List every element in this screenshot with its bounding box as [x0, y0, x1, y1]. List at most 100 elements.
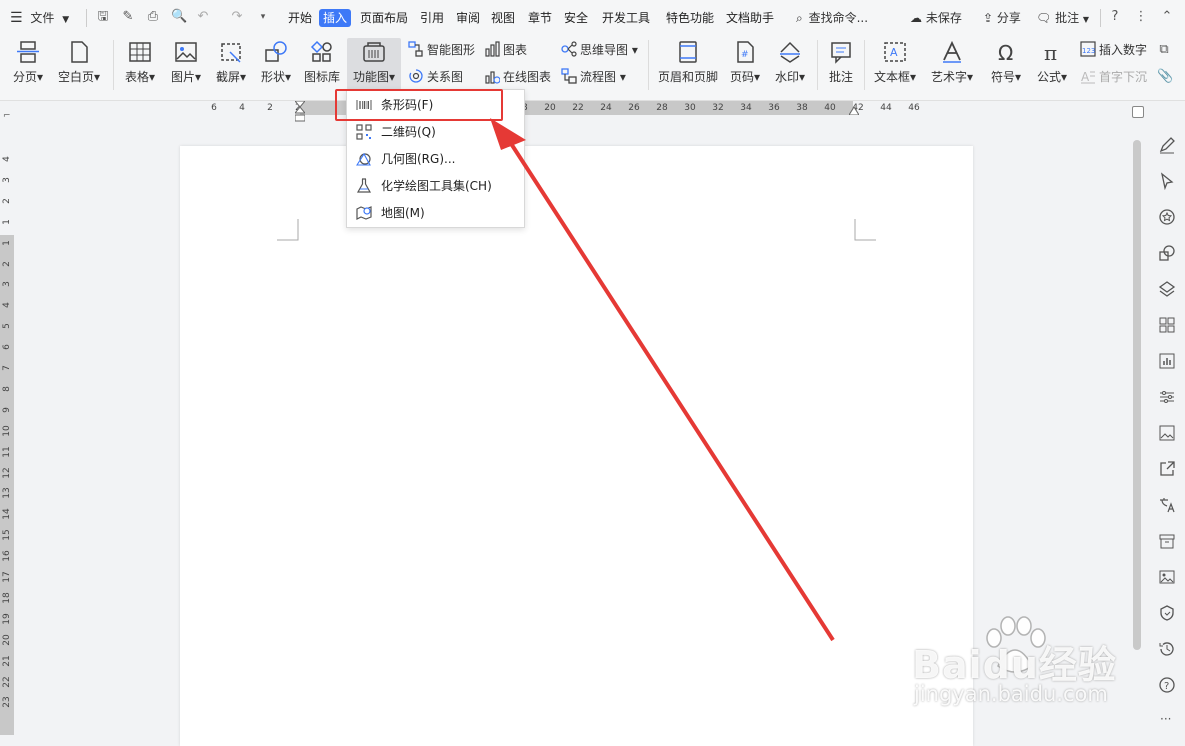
picture-icon[interactable] — [1158, 568, 1176, 586]
scrollbar-thumb[interactable] — [1133, 140, 1141, 650]
tab-review[interactable]: 审阅 — [456, 9, 480, 27]
tab-references[interactable]: 引用 — [420, 9, 444, 27]
tab-developer[interactable]: 开发工具 — [602, 9, 650, 27]
smart-art-button[interactable]: 智能图形 — [408, 40, 475, 60]
svg-text:A: A — [1081, 70, 1090, 84]
scroll-up-icon[interactable] — [1132, 106, 1144, 118]
bar-chart-icon[interactable] — [1158, 352, 1176, 370]
print-icon[interactable]: ⎙ — [146, 10, 160, 24]
relation-chart-button[interactable]: 关系图 — [408, 67, 463, 87]
archive-icon[interactable] — [1158, 532, 1176, 550]
ruler-tick: 4 — [2, 302, 12, 309]
export-icon[interactable] — [1158, 460, 1176, 478]
shield-star-icon[interactable] — [1158, 208, 1176, 226]
ruler-tick: 20 — [2, 633, 12, 646]
search-command[interactable]: ⌕ 查找命令... — [796, 9, 868, 27]
header-footer-icon — [679, 41, 697, 63]
blank-page-icon — [71, 41, 88, 63]
shapes-icon[interactable] — [1158, 244, 1176, 262]
icon-library-icon — [310, 40, 332, 62]
tab-security[interactable]: 安全 — [564, 9, 588, 27]
menu-item-qrcode[interactable]: 二维码(Q) — [347, 119, 524, 145]
icon-library-button[interactable]: 图标库 — [301, 38, 343, 90]
customize-icon[interactable]: ▾ — [256, 10, 270, 24]
ruler-tick: 2 — [267, 103, 273, 113]
blank-page-button[interactable]: 空白页▾ — [54, 38, 104, 90]
share-button[interactable]: ⇪ 分享 — [983, 9, 1021, 27]
vertical-ruler[interactable]: 4 3 2 1 1 2 3 4 5 6 7 8 9 10 11 12 13 14 15 16 17 18 19 20 21 22 2… — [0, 140, 14, 735]
layers-icon[interactable] — [1158, 280, 1176, 298]
picture-icon — [175, 42, 197, 62]
mind-map-button[interactable]: 思维导图 ▾ — [561, 40, 638, 60]
insert-number-button[interactable]: 123 插入数字 — [1080, 40, 1147, 60]
text-box-button[interactable]: A 文本框▾ — [871, 38, 919, 90]
svg-text:?: ? — [1164, 681, 1169, 692]
history-icon[interactable] — [1158, 640, 1176, 658]
insert-number-icon: 123 — [1080, 41, 1096, 57]
online-chart-button[interactable]: 在线图表 — [484, 67, 551, 87]
file-menu-button[interactable]: ☰ 文件 ▼ — [10, 9, 69, 27]
shape-button[interactable]: 形状▾ — [256, 38, 296, 90]
picture-button[interactable]: 图片▾ — [166, 38, 206, 90]
tab-insert[interactable]: 插入 — [319, 9, 352, 27]
help-icon[interactable]: ? — [1108, 10, 1122, 24]
omega-symbol-icon: Ω — [998, 41, 1013, 64]
chart-button[interactable]: 图表 — [484, 40, 527, 60]
tab-page-layout[interactable]: 页面布局 — [360, 9, 408, 27]
sliders-icon[interactable] — [1158, 388, 1176, 406]
right-indent-marker[interactable] — [848, 103, 860, 118]
attachment-icon[interactable]: 📎 — [1157, 70, 1173, 84]
watermark-label: 水印 — [774, 70, 799, 84]
tab-doc-assistant[interactable]: 文档助手 — [726, 9, 774, 27]
save-icon[interactable]: 🖫 — [96, 10, 110, 24]
unsaved-status[interactable]: ☁ 未保存 — [910, 9, 962, 27]
print-preview-icon[interactable]: 🔍 — [171, 10, 187, 24]
indent-marker[interactable] — [293, 100, 307, 122]
page-break-button[interactable]: 分页▾ — [8, 38, 48, 90]
undo-icon[interactable]: ↶ — [196, 10, 210, 24]
tab-home[interactable]: 开始 — [288, 9, 312, 27]
comment-button[interactable]: 🗨 批注 ▼ — [1036, 9, 1089, 27]
annotate-button[interactable]: 批注 — [824, 38, 858, 90]
drop-cap-button[interactable]: A 首字下沉 — [1080, 67, 1147, 87]
document-page[interactable] — [180, 146, 973, 746]
collapse-ribbon-icon[interactable]: ⌃ — [1160, 10, 1174, 24]
security-shield-icon[interactable] — [1158, 604, 1176, 622]
page-number-button[interactable]: # 页码▾ — [725, 38, 765, 90]
translate-icon[interactable] — [1158, 496, 1176, 514]
table-button[interactable]: 表格▾ — [120, 38, 160, 90]
object-icon[interactable]: ⧉ — [1157, 43, 1171, 57]
help-circle-icon[interactable]: ? — [1158, 676, 1176, 694]
image-gallery-icon[interactable] — [1158, 424, 1176, 442]
tab-special[interactable]: 特色功能 — [666, 9, 714, 27]
menu-item-chemistry[interactable]: 化学绘图工具集(CH) — [347, 173, 524, 199]
menu-item-geometry[interactable]: 几何图(RG)... — [347, 146, 524, 172]
ruler-tick: 14 — [2, 508, 12, 521]
ruler-tick: 30 — [684, 103, 696, 113]
word-art-button[interactable]: 艺术字▾ — [927, 38, 977, 90]
tab-view[interactable]: 视图 — [491, 9, 515, 27]
function-chart-button[interactable]: 功能图▾ — [347, 38, 401, 90]
ruler-tick: 3 — [2, 281, 12, 288]
ruler-tick: 40 — [824, 103, 836, 113]
more-icon[interactable]: ··· — [1160, 712, 1171, 726]
ruler-tick: 1 — [2, 239, 12, 246]
horizontal-ruler[interactable]: 6422681012141618202224262830323436384042… — [180, 100, 973, 122]
format-painter-icon[interactable]: ✎ — [121, 10, 135, 24]
menu-item-map[interactable]: 地图(M) — [347, 200, 524, 226]
symbol-button[interactable]: Ω 符号▾ — [986, 38, 1026, 90]
svg-text:123: 123 — [1082, 47, 1095, 55]
more-icon[interactable]: ⋮ — [1134, 10, 1148, 24]
header-footer-button[interactable]: 页眉和页脚 — [655, 38, 721, 90]
watermark-button[interactable]: 水印▾ — [770, 38, 810, 90]
page-break-icon — [17, 41, 39, 63]
cursor-icon[interactable] — [1158, 172, 1176, 190]
grid-icon[interactable] — [1158, 316, 1176, 334]
online-chart-icon — [485, 71, 500, 84]
redo-icon[interactable]: ↷ — [230, 10, 244, 24]
flow-chart-button[interactable]: 流程图 ▾ — [561, 67, 626, 87]
screenshot-button[interactable]: 截屏▾ — [211, 38, 251, 90]
tab-chapter[interactable]: 章节 — [528, 9, 552, 27]
formula-button[interactable]: π 公式▾ — [1032, 38, 1072, 90]
pen-icon[interactable] — [1158, 136, 1176, 154]
